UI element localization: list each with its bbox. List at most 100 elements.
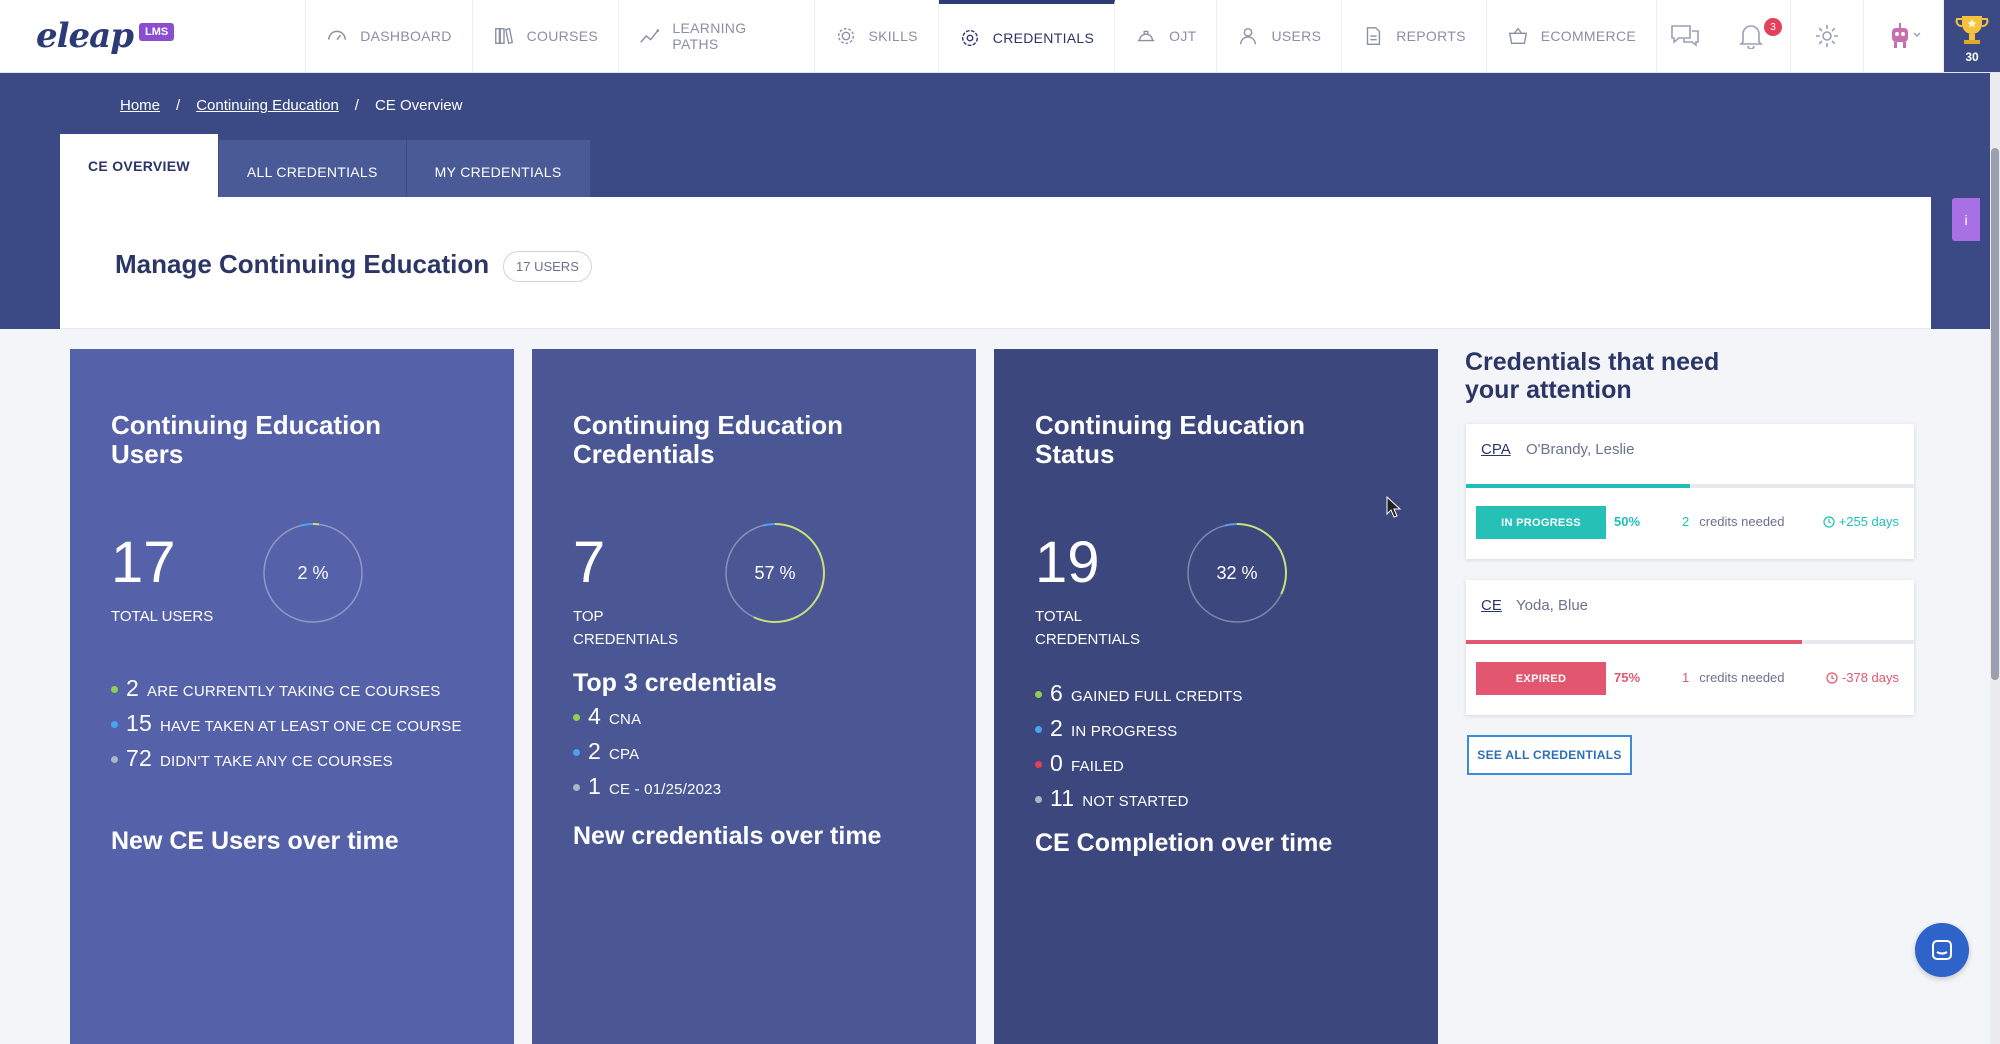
tab-all-credentials[interactable]: ALL CREDENTIALS — [218, 140, 407, 203]
nav-item-label: ECOMMERCE — [1540, 28, 1636, 44]
total-users-value: 17 — [111, 530, 176, 595]
breadcrumb-separator: / — [176, 97, 181, 114]
stat-dot — [573, 749, 580, 756]
scrollbar-thumb[interactable] — [1991, 148, 1999, 680]
stat-text: DIDN'T TAKE ANY CE COURSES — [159, 753, 393, 770]
credential-user-name: Yoda, Blue — [1516, 597, 1589, 614]
stat-dot — [111, 756, 118, 763]
nav-item-skills[interactable]: SKILLS — [815, 0, 939, 72]
stat-number: 6 — [1050, 680, 1063, 706]
credential-progress-track — [1466, 484, 1914, 488]
stat-text: GAINED FULL CREDITS — [1071, 688, 1243, 705]
stat-dot — [573, 784, 580, 791]
credential-progress-fill — [1466, 640, 1802, 644]
nav-item-ecommerce[interactable]: ECOMMERCE — [1487, 0, 1657, 72]
nav-actions: 3 30 — [1657, 0, 2000, 72]
bell-icon — [1739, 25, 1763, 49]
credential-progress-fill — [1466, 484, 1690, 488]
support-chat-button[interactable] — [1915, 923, 1969, 977]
credential-percent: 50% — [1614, 514, 1641, 529]
nav-item-courses[interactable]: COURSES — [473, 0, 619, 72]
credits-needed-number: 1 — [1682, 670, 1690, 685]
breadcrumb-home-link[interactable]: Home — [120, 97, 160, 114]
status-stat-list: 6 GAINED FULL CREDITS 2 IN PROGRESS 0 FAILED 1… — [1035, 680, 1243, 820]
stat-text: IN PROGRESS — [1071, 723, 1178, 740]
stat-text: NOT STARTED — [1082, 793, 1189, 810]
users-stat-list: 2 ARE CURRENTLY TAKING CE COURSES 15 HAVE T… — [111, 675, 462, 780]
stat-number: 0 — [1050, 750, 1063, 776]
nav-item-credentials[interactable]: CREDENTIALS — [938, 0, 1116, 72]
nav-item-dashboard[interactable]: DASHBOARD — [306, 0, 473, 72]
stat-number: 4 — [588, 703, 601, 729]
hardhat-icon — [1137, 30, 1155, 42]
stat-dot — [1035, 796, 1042, 803]
side-info-tab[interactable]: i — [1952, 198, 1980, 241]
notifications-button[interactable]: 3 — [1712, 0, 1790, 72]
trophy-button[interactable]: 30 — [1943, 0, 2000, 72]
chat-icon — [1670, 25, 1699, 47]
credits-needed-number: 2 — [1682, 514, 1690, 529]
credentials-over-time-title: New credentials over time — [573, 822, 882, 850]
ce-status-card: Continuing Education Status 19 TOTAL CRE… — [994, 349, 1438, 1044]
page-scrollbar[interactable] — [1990, 73, 2000, 1044]
stat-item: 4 CNA — [573, 703, 721, 738]
nav-item-label: OJT — [1169, 28, 1197, 44]
clock-icon — [1826, 671, 1838, 684]
total-users-label: TOTAL USERS — [111, 608, 214, 625]
breadcrumb-section-link[interactable]: Continuing Education — [196, 97, 339, 114]
attention-credential-card[interactable]: CE Yoda, Blue EXPIRED 75% 1 credits neede… — [1466, 580, 1914, 715]
credential-days: -378 days — [1826, 670, 1899, 685]
stat-item: 15 HAVE TAKEN AT LEAST ONE CE COURSE — [111, 710, 462, 745]
nav-item-label: DASHBOARD — [360, 28, 452, 44]
nav-item-learning-paths[interactable]: LEARNING PATHS — [619, 0, 815, 72]
clock-icon — [1823, 515, 1835, 528]
card-title: Continuing Education Status — [1035, 410, 1306, 469]
credentials-percent-text: 57 % — [754, 562, 796, 583]
top-credentials-value: 7 — [573, 530, 606, 595]
nav-item-label: LEARNING PATHS — [672, 20, 747, 52]
completion-over-time-title: CE Completion over time — [1035, 829, 1333, 857]
attention-title: Credentials that need your attention — [1465, 348, 1720, 404]
nav-item-label: USERS — [1271, 28, 1322, 44]
logo-text: eleap — [36, 16, 134, 56]
card-title: Continuing Education Users — [111, 410, 382, 469]
credential-code-link[interactable]: CE — [1481, 597, 1502, 614]
nav-item-ojt[interactable]: OJT — [1115, 0, 1218, 72]
main-menu: DASHBOARD COURSES LEARNING PATHS SKILLS CRED… — [306, 0, 1657, 72]
ce-tabs: CE OVERVIEW ALL CREDENTIALS MY CREDENTIA… — [60, 134, 591, 203]
tab-ce-overview[interactable]: CE OVERVIEW — [60, 134, 219, 198]
credential-code-link[interactable]: CPA — [1481, 441, 1511, 458]
ce-users-card: Continuing Education Users 17 TOTAL USER… — [70, 349, 514, 1044]
stat-dot — [111, 721, 118, 728]
stat-text: ARE CURRENTLY TAKING CE COURSES — [147, 683, 441, 700]
stat-text: CPA — [609, 746, 640, 763]
logo-badge: LMS — [138, 23, 175, 41]
user-menu-button[interactable] — [1863, 0, 1943, 72]
stat-text: FAILED — [1071, 758, 1124, 775]
nav-item-reports[interactable]: REPORTS — [1342, 0, 1487, 72]
settings-button[interactable] — [1790, 0, 1863, 72]
top-credentials-label: TOP CREDENTIALS — [573, 608, 679, 648]
basket-icon — [1508, 27, 1527, 45]
messages-button[interactable] — [1657, 0, 1712, 72]
logo[interactable]: eleap LMS — [0, 0, 307, 72]
nav-item-users[interactable]: USERS — [1217, 0, 1343, 72]
stat-text: CE - 01/25/2023 — [609, 781, 722, 798]
stat-item: 2 CPA — [573, 738, 721, 773]
tab-my-credentials[interactable]: MY CREDENTIALS — [406, 140, 591, 203]
gauge-icon — [328, 30, 347, 41]
nav-item-label: REPORTS — [1396, 28, 1466, 44]
credits-needed: 2 credits needed — [1682, 514, 1785, 529]
stat-item: 0 FAILED — [1035, 750, 1243, 785]
total-credentials-value: 19 — [1035, 530, 1100, 595]
attention-credential-card[interactable]: CPA O'Brandy, Leslie IN PROGRESS 50% 2 cr… — [1466, 424, 1914, 559]
card-title: Continuing Education Credentials — [573, 410, 844, 469]
gear-icon — [837, 27, 854, 45]
days-text: +255 days — [1838, 514, 1899, 529]
top-navigation: eleap LMS DASHBOARD COURSES LEARNING PATHS… — [0, 0, 2000, 73]
stat-number: 1 — [588, 773, 601, 799]
stat-number: 2 — [126, 675, 139, 701]
see-all-credentials-button[interactable]: SEE ALL CREDENTIALS — [1467, 735, 1632, 775]
credential-percent: 75% — [1614, 670, 1641, 685]
days-text: -378 days — [1841, 670, 1899, 685]
